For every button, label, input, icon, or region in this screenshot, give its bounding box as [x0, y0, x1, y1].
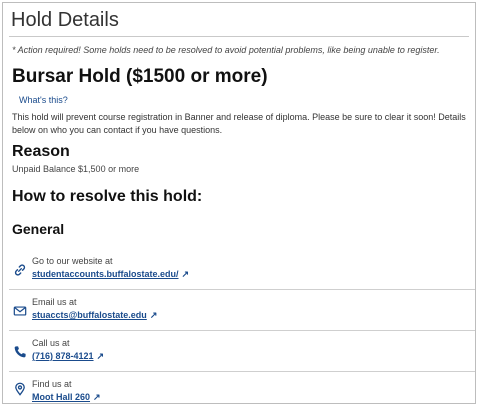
location-link[interactable]: Moot Hall 260 ↗	[32, 392, 101, 403]
contact-label: Call us at	[32, 338, 70, 348]
reason-heading: Reason	[12, 143, 70, 160]
website-link[interactable]: studentaccounts.buffalostate.edu/↗	[32, 269, 189, 280]
contact-location: Find us at Moot Hall 260 ↗	[9, 372, 475, 405]
hold-description: This hold will prevent course registrati…	[12, 112, 466, 135]
mail-icon	[13, 306, 27, 316]
action-required-notice: * Action required! Some holds need to be…	[12, 45, 440, 55]
phone-icon	[14, 346, 26, 358]
link-icon	[14, 264, 26, 276]
contact-label: Go to our website at	[32, 256, 113, 266]
contact-email: Email us at stuaccts@buffalostate.edu ↗	[9, 290, 475, 331]
contact-phone: Call us at (716) 878-4121 ↗	[9, 331, 475, 372]
whats-this-link[interactable]: What's this?	[19, 95, 68, 105]
general-heading: General	[12, 221, 65, 237]
email-link[interactable]: stuaccts@buffalostate.edu ↗	[32, 310, 157, 321]
phone-link[interactable]: (716) 878-4121 ↗	[32, 351, 104, 362]
resolve-heading: How to resolve this hold:	[12, 188, 203, 205]
page-title: Hold Details	[11, 9, 119, 31]
hold-details-panel: Hold Details * Action required! Some hol…	[2, 2, 476, 404]
contact-label: Email us at	[32, 297, 77, 307]
external-link-icon: ↗	[93, 392, 101, 402]
external-link-icon: ↗	[96, 351, 105, 361]
location-icon	[15, 382, 25, 396]
external-link-icon: ↗	[149, 310, 158, 320]
title-divider	[9, 36, 469, 37]
reason-text: Unpaid Balance $1,500 or more	[12, 164, 140, 174]
external-link-icon: ↗	[181, 269, 190, 279]
hold-title: Bursar Hold ($1500 or more)	[12, 66, 268, 87]
contact-website: Go to our website at studentaccounts.buf…	[9, 249, 475, 290]
contact-label: Find us at	[32, 379, 72, 389]
